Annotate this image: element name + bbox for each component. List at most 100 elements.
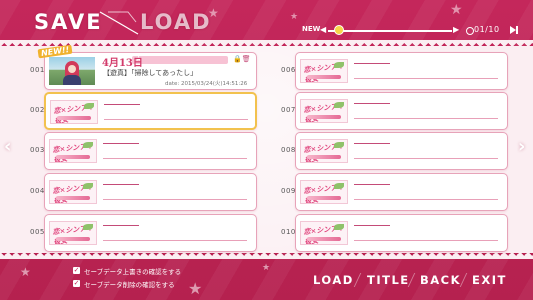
load-button[interactable]: LOAD	[313, 273, 354, 287]
next-page-icon[interactable]: ▶	[453, 25, 459, 34]
header: SAVE LOAD ★ ★ ★ NEW ◀ ▶ 01/10	[0, 0, 533, 42]
footer-divider	[353, 273, 362, 287]
slot-card[interactable]: 恋×シンアイ彼女	[295, 52, 508, 90]
empty-line	[354, 158, 498, 159]
prev-page-icon[interactable]: ◀	[320, 25, 326, 34]
delete-confirm-checkbox[interactable]: ✓	[73, 280, 80, 287]
star-icon: ★	[262, 263, 271, 273]
logo-leaf	[83, 142, 93, 148]
slot-card[interactable]: ★ 4月13日 🔒🗑 【遊真】「掃除してあったし」 date: 2015/03/…	[44, 52, 257, 90]
slot-empty-logo: 恋×シンアイ彼女	[300, 99, 348, 123]
logo-leaf	[83, 224, 93, 230]
logo-leaf	[83, 183, 93, 189]
lock-delete-icons[interactable]: 🔒🗑	[233, 55, 251, 63]
slot-empty-logo: 恋×シンアイ彼女	[300, 180, 348, 204]
delete-confirm-option[interactable]: ✓ セーブデータ削除の確認をする	[73, 279, 243, 289]
empty-line	[354, 199, 498, 200]
logo-swirl	[56, 237, 90, 241]
logo-leaf	[334, 62, 344, 68]
save-slot[interactable]: 001 ★ 4月13日 🔒🗑 【遊真】「掃除してあったし」 date: 2015…	[30, 52, 260, 90]
overwrite-confirm-label: セーブデータ上書きの確認をする	[84, 268, 182, 276]
delete-confirm-label: セーブデータ削除の確認をする	[84, 281, 175, 289]
slot-empty-logo: 恋×シンアイ彼女	[49, 180, 97, 204]
slot-card[interactable]: 恋×シンアイ彼女	[295, 92, 508, 130]
slot-card-selected[interactable]: 恋×シンアイ彼女	[44, 92, 257, 130]
page-slider-knob[interactable]	[333, 25, 344, 35]
empty-line	[354, 143, 390, 144]
slot-date-title: 4月13日	[102, 58, 143, 69]
empty-line	[103, 240, 247, 241]
logo-swirl	[56, 155, 90, 159]
slot-empty-logo: 恋×シンアイ彼女	[50, 100, 98, 124]
star-icon: ★	[450, 2, 463, 18]
empty-line	[103, 225, 139, 226]
save-slot[interactable]: 004 恋×シンアイ彼女	[30, 173, 260, 211]
logo-swirl	[307, 237, 341, 241]
footer: ★ ★ ★ ✓ セーブデータ上書きの確認をする ✓ セーブデータ削除の確認をする…	[0, 259, 533, 300]
slot-card[interactable]: 恋×シンアイ彼女	[295, 132, 508, 170]
logo-leaf	[334, 142, 344, 148]
page-indicator: 01/10	[474, 25, 500, 34]
empty-line	[104, 104, 140, 105]
star-icon: ★	[208, 6, 219, 20]
last-page-icon[interactable]	[510, 26, 518, 34]
slot-empty-logo: 恋×シンアイ彼女	[49, 139, 97, 163]
next-page-arrow-icon[interactable]: ›	[518, 136, 525, 157]
save-slot[interactable]: 009 恋×シンアイ彼女	[281, 173, 511, 211]
logo-leaf	[334, 102, 344, 108]
new-label[interactable]: NEW	[302, 25, 320, 33]
empty-line	[354, 78, 498, 79]
logo-swirl	[57, 116, 91, 120]
overwrite-confirm-option[interactable]: ✓ セーブデータ上書きの確認をする	[73, 266, 243, 276]
save-slot[interactable]: 003 恋×シンアイ彼女	[30, 132, 260, 170]
slot-empty-logo: 恋×シンアイ彼女	[300, 59, 348, 83]
save-slot[interactable]: 005 恋×シンアイ彼女	[30, 214, 260, 252]
empty-line	[103, 158, 247, 159]
thumbnail-character-face	[68, 65, 76, 73]
title-load[interactable]: LOAD	[140, 10, 212, 34]
slot-empty-logo: 恋×シンアイ彼女	[300, 221, 348, 245]
empty-line	[354, 103, 390, 104]
save-slot[interactable]: 008 恋×シンアイ彼女	[281, 132, 511, 170]
slot-empty-logo: 恋×シンアイ彼女	[49, 221, 97, 245]
exit-button[interactable]: EXIT	[472, 273, 507, 287]
save-slot[interactable]: 006 恋×シンアイ彼女	[281, 52, 511, 90]
back-button[interactable]: BACK	[420, 273, 461, 287]
empty-line	[104, 119, 248, 120]
logo-swirl	[56, 196, 90, 200]
star-icon: ★	[290, 12, 299, 22]
star-icon: ★	[20, 265, 31, 279]
empty-line	[103, 143, 139, 144]
slot-card[interactable]: 恋×シンアイ彼女	[44, 132, 257, 170]
save-slot[interactable]: 007 恋×シンアイ彼女	[281, 92, 511, 130]
save-slot[interactable]: 002 恋×シンアイ彼女	[30, 92, 260, 130]
empty-line	[354, 225, 390, 226]
page-slider-track[interactable]	[328, 30, 452, 32]
prev-page-arrow-icon[interactable]: ‹	[4, 136, 11, 157]
page-ring-icon	[466, 27, 474, 35]
slot-empty-logo: 恋×シンアイ彼女	[300, 139, 348, 163]
empty-line	[354, 63, 390, 64]
slot-scene-text: 【遊真】「掃除してあったし」	[103, 69, 198, 77]
slot-save-date: date: 2015/03/24(火)14:51:26	[165, 81, 248, 87]
logo-leaf	[334, 183, 344, 189]
slot-card[interactable]: 恋×シンアイ彼女	[295, 173, 508, 211]
logo-swirl	[307, 75, 341, 79]
thumbnail-character-body	[63, 75, 81, 85]
page-control: NEW ◀ ▶ 01/10	[302, 24, 524, 38]
slot-card[interactable]: 恋×シンアイ彼女	[44, 173, 257, 211]
overwrite-confirm-checkbox[interactable]: ✓	[73, 267, 80, 274]
date-bar: ★	[132, 54, 228, 64]
slot-card[interactable]: 恋×シンアイ彼女	[44, 214, 257, 252]
empty-line	[354, 118, 498, 119]
logo-swirl	[307, 155, 341, 159]
slot-screenshot-thumbnail	[49, 57, 95, 85]
save-slot[interactable]: 010 恋×シンアイ彼女	[281, 214, 511, 252]
empty-line	[103, 199, 247, 200]
title-button[interactable]: TITLE	[367, 273, 410, 287]
slot-card[interactable]: 恋×シンアイ彼女	[295, 214, 508, 252]
title-save[interactable]: SAVE	[34, 10, 103, 34]
empty-line	[354, 184, 390, 185]
logo-leaf	[84, 103, 94, 109]
logo-swirl	[307, 196, 341, 200]
